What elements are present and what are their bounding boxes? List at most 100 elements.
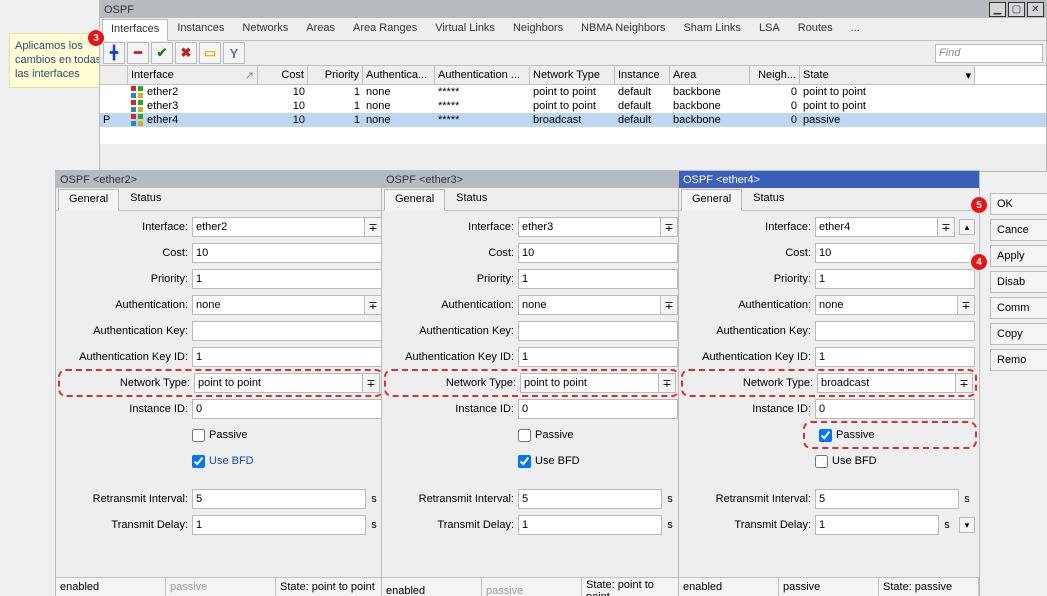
chevron-down-icon[interactable]: ∓ [365,295,382,315]
txdelay-input[interactable]: 1 [192,515,366,535]
retx-input[interactable]: 5 [192,489,366,509]
tab-routes[interactable]: Routes [789,18,842,40]
authkeyid-input[interactable]: 1 [518,347,678,367]
authkey-input[interactable] [518,321,678,341]
table-row[interactable]: ether2 101none*****point to pointdefault… [100,85,1046,99]
add-button[interactable]: ╋ [103,42,125,64]
tab-virtual-links[interactable]: Virtual Links [426,18,504,40]
copy-button[interactable]: Copy [990,323,1047,345]
col-instance[interactable]: Instance [615,66,670,84]
usebfd-checkbox[interactable] [518,455,531,468]
filter-button[interactable]: Y [223,42,245,64]
disable-button[interactable]: Disab [990,271,1047,293]
nettype-select[interactable]: point to point [520,373,659,393]
priority-input[interactable]: 1 [192,269,382,289]
cost-input[interactable]: 10 [518,243,678,263]
authkey-input[interactable] [815,321,975,341]
tab-general[interactable]: General [681,189,742,211]
priority-input[interactable]: 1 [815,269,975,289]
chevron-down-icon[interactable]: ∓ [363,373,380,393]
cost-input[interactable]: 10 [815,243,975,263]
label-passive: Passive [836,429,875,441]
usebfd-checkbox[interactable] [815,455,828,468]
table-row[interactable]: P ether4 101none*****broadcastdefaultbac… [100,113,1046,127]
passive-checkbox[interactable] [819,429,832,442]
authkeyid-input[interactable]: 1 [192,347,382,367]
chevron-down-icon[interactable]: ∓ [956,373,973,393]
col-interface[interactable]: Interface↗ [128,66,258,84]
apply-button[interactable]: Apply [990,245,1047,267]
chevron-down-icon[interactable]: ∓ [661,295,678,315]
nettype-select[interactable]: broadcast [817,373,956,393]
label-nettype: Network Type: [62,377,194,389]
authkeyid-input[interactable]: 1 [815,347,975,367]
passive-checkbox[interactable] [518,429,531,442]
interface-select[interactable]: ether2 [192,217,365,237]
passive-checkbox[interactable] [192,429,205,442]
table-row[interactable]: ether3 101none*****point to pointdefault… [100,99,1046,113]
tab-instances[interactable]: Instances [168,18,233,40]
tab-networks[interactable]: Networks [233,18,297,40]
tab-nbma-neighbors[interactable]: NBMA Neighbors [572,18,674,40]
tab-status[interactable]: Status [119,188,172,210]
maximize-icon[interactable]: ▢ [1008,2,1025,17]
chevron-down-icon[interactable]: ∓ [659,373,676,393]
find-input[interactable]: Find [935,44,1043,63]
priority-input[interactable]: 1 [518,269,678,289]
txdelay-input[interactable]: 1 [815,515,939,535]
disable-button[interactable]: ✖ [175,42,197,64]
annotation-4-icon: 4 [971,254,987,270]
chevron-down-icon[interactable]: ∓ [661,217,678,237]
enable-button[interactable]: ✔ [151,42,173,64]
col-neigh[interactable]: Neigh... [750,66,800,84]
tab-sham-links[interactable]: Sham Links [674,18,749,40]
ok-button[interactable]: OK [990,193,1047,215]
col-auth[interactable]: Authentica... [363,66,435,84]
cost-input[interactable]: 10 [192,243,382,263]
comment-button[interactable]: ▭ [199,42,221,64]
col-authkey[interactable]: Authentication ... [435,66,530,84]
nettype-select[interactable]: point to point [194,373,363,393]
scroll-down-icon[interactable]: ▾ [959,517,975,533]
col-flag[interactable] [100,66,128,84]
label-auth: Authentication: [386,299,518,311]
col-priority[interactable]: Priority [308,66,363,84]
retx-input[interactable]: 5 [518,489,662,509]
auth-select[interactable]: none [518,295,661,315]
chevron-down-icon[interactable]: ∓ [938,217,955,237]
instid-input[interactable]: 0 [192,399,382,419]
retx-input[interactable]: 5 [815,489,959,509]
interface-select[interactable]: ether3 [518,217,661,237]
tab-status[interactable]: Status [742,188,795,210]
tab-lsa[interactable]: LSA [750,18,789,40]
tab-more[interactable]: ... [842,18,869,40]
auth-select[interactable]: none [192,295,365,315]
txdelay-input[interactable]: 1 [518,515,662,535]
tab-area-ranges[interactable]: Area Ranges [344,18,426,40]
remove-button[interactable]: ━ [127,42,149,64]
interface-select[interactable]: ether4 [815,217,938,237]
remove-button[interactable]: Remo [990,349,1047,371]
tab-general[interactable]: General [384,189,445,211]
tab-general[interactable]: General [58,189,119,211]
scroll-up-icon[interactable]: ▴ [959,219,975,235]
minimize-icon[interactable]: ▁ [989,2,1006,17]
col-area[interactable]: Area [670,66,750,84]
tab-status[interactable]: Status [445,188,498,210]
usebfd-checkbox[interactable] [192,455,205,468]
chevron-down-icon[interactable]: ∓ [365,217,382,237]
col-cost[interactable]: Cost [258,66,308,84]
close-icon[interactable]: ✕ [1027,2,1044,17]
auth-select[interactable]: none [815,295,958,315]
comment-button[interactable]: Comm [990,297,1047,319]
col-state[interactable]: State▾ [800,66,975,84]
tab-interfaces[interactable]: Interfaces [102,19,168,41]
tab-neighbors[interactable]: Neighbors [504,18,572,40]
chevron-down-icon[interactable]: ∓ [958,295,975,315]
authkey-input[interactable] [192,321,382,341]
col-nettype[interactable]: Network Type [530,66,615,84]
tab-areas[interactable]: Areas [297,18,344,40]
instid-input[interactable]: 0 [815,399,975,419]
cancel-button[interactable]: Cance [990,219,1047,241]
instid-input[interactable]: 0 [518,399,678,419]
